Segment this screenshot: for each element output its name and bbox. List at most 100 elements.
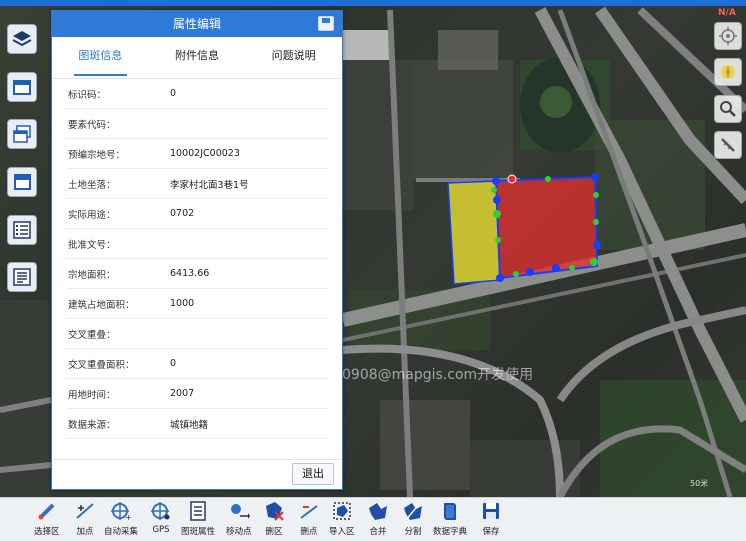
field-label: 交叉重叠：: [68, 329, 116, 341]
attribute-edit-dialog: 属性编辑 图斑信息 附件信息 问题说明 标识码： 0 要素代码： 预编宗地号： 10…: [51, 10, 343, 490]
add-point-button[interactable]: 加点: [74, 498, 96, 541]
field-label: 预编宗地号：: [68, 149, 126, 161]
tab-parcel-info[interactable]: 图斑信息: [52, 37, 149, 78]
checklist-button[interactable]: [7, 215, 37, 245]
toolbar-label: 选择区: [34, 527, 60, 537]
dialog-tabs: 图斑信息 附件信息 问题说明: [52, 37, 342, 79]
field-label: 数据来源：: [68, 419, 116, 431]
toolbar-label: 图斑属性: [181, 527, 216, 537]
field-value[interactable]: 0: [170, 88, 328, 99]
field-value[interactable]: 1000: [170, 298, 328, 309]
tab-attachment-info[interactable]: 附件信息: [149, 37, 246, 78]
import-area-button[interactable]: 导入区: [329, 498, 355, 541]
windows-button[interactable]: [7, 119, 37, 149]
toolbar-label: 删区: [265, 527, 283, 537]
toolbar-label: 自动采集: [104, 527, 139, 537]
field-value[interactable]: 10002JC00023: [170, 148, 328, 159]
save-button[interactable]: 保存: [480, 498, 502, 541]
dictionary-icon: [444, 503, 456, 520]
toolbar-label: 导入区: [329, 527, 355, 537]
move-point-button[interactable]: 移动点: [226, 498, 252, 541]
split-button[interactable]: 分割: [402, 498, 424, 541]
attribute-row[interactable]: 建筑占地面积： 1000: [66, 289, 328, 319]
attribute-row[interactable]: 交叉重叠面积： 0: [66, 349, 328, 379]
locate-icon: [719, 27, 737, 45]
delete-point-button[interactable]: 删点: [298, 498, 320, 541]
select-area-button[interactable]: 选择区: [34, 498, 60, 541]
split-icon: [404, 502, 422, 521]
field-label: 实际用途：: [68, 209, 116, 221]
gps-icon: [151, 502, 170, 520]
attribute-row[interactable]: 要素代码：: [66, 109, 328, 139]
attribute-row[interactable]: 实际用途： 0702: [66, 199, 328, 229]
field-value[interactable]: 城镇地籍: [170, 417, 328, 431]
delete-area-button[interactable]: 删区: [263, 498, 285, 541]
auto-collect-icon: +: [111, 502, 132, 522]
locate-button[interactable]: [714, 22, 742, 50]
list-button[interactable]: [7, 262, 37, 292]
field-label: 要素代码：: [68, 119, 116, 131]
attribute-row[interactable]: 土地坐落： 李家村北面3巷1号: [66, 169, 328, 199]
bottom-toolbar: 选择区 加点 + 自动采集 GPS 图斑属性 移动点 删区 删点 导入区 合并 …: [0, 497, 746, 541]
exit-button[interactable]: 退出: [292, 463, 334, 485]
field-label: 标识码：: [68, 89, 107, 101]
field-value[interactable]: 0: [170, 358, 328, 369]
compass-button[interactable]: [714, 58, 742, 86]
measure-button[interactable]: [714, 131, 742, 159]
svg-text:+: +: [125, 513, 132, 522]
layers-button[interactable]: [7, 24, 37, 54]
move-point-icon: [230, 504, 250, 519]
attribute-row[interactable]: 数据来源： 城镇地籍: [66, 409, 328, 439]
compass-icon: [721, 65, 735, 79]
save-icon[interactable]: [318, 16, 334, 31]
toolbar-label: GPS: [152, 525, 170, 535]
attribute-button[interactable]: 图斑属性: [181, 498, 215, 541]
attribute-row[interactable]: 标识码： 0: [66, 79, 328, 109]
attribute-row[interactable]: 预编宗地号： 10002JC00023: [66, 139, 328, 169]
window-button[interactable]: [7, 72, 37, 102]
dictionary-button[interactable]: 数据字典: [433, 498, 467, 541]
top-status-bar: [0, 0, 746, 6]
auto-collect-button[interactable]: + 自动采集: [104, 498, 138, 541]
field-label: 建筑占地面积：: [68, 299, 135, 311]
field-label: 批准文号：: [68, 239, 116, 251]
tab-issue-description[interactable]: 问题说明: [245, 37, 342, 78]
attribute-row[interactable]: 批准文号：: [66, 229, 328, 259]
magnifier-button[interactable]: [714, 95, 742, 123]
measure-icon: [721, 138, 735, 152]
merge-button[interactable]: 合并: [367, 498, 389, 541]
window-stack-button[interactable]: [7, 167, 37, 197]
delete-area-icon: [266, 502, 284, 521]
toolbar-label: 保存: [482, 527, 500, 537]
yellow-parcel-polygon[interactable]: [447, 180, 501, 285]
import-area-icon: [333, 502, 351, 520]
map-scale-label: 50米: [690, 479, 709, 488]
merge-icon: [369, 503, 387, 520]
magnifier-icon: [720, 101, 736, 117]
select-area-icon: [38, 503, 55, 520]
delete-point-icon: [300, 505, 318, 519]
toolbar-label: 删点: [300, 527, 318, 537]
windows-icon: [13, 125, 31, 143]
field-value[interactable]: 0702: [170, 208, 328, 219]
attribute-icon: [190, 501, 206, 521]
toolbar-label: 数据字典: [433, 527, 468, 537]
field-value[interactable]: 2007: [170, 388, 328, 399]
attribute-row[interactable]: 宗地面积： 6413.66: [66, 259, 328, 289]
field-value[interactable]: 6413.66: [170, 268, 328, 279]
toolbar-label: 加点: [76, 527, 94, 537]
red-parcel-polygon[interactable]: [494, 175, 599, 280]
attribute-row[interactable]: 用地时间： 2007: [66, 379, 328, 409]
gps-button[interactable]: GPS: [150, 498, 172, 541]
list-icon: [13, 268, 31, 286]
add-point-icon: [76, 503, 94, 519]
toolbar-label: 合并: [369, 527, 387, 537]
field-value[interactable]: 李家村北面3巷1号: [170, 177, 328, 191]
toolbar-label: 分割: [404, 527, 422, 537]
field-label: 土地坐落：: [68, 179, 116, 191]
field-label: 交叉重叠面积：: [68, 359, 135, 371]
save-icon: [483, 503, 499, 519]
map-watermark: 0908@mapgis.com开发使用: [342, 367, 534, 383]
checklist-icon: [13, 221, 31, 239]
attribute-row[interactable]: 交叉重叠：: [66, 319, 328, 349]
